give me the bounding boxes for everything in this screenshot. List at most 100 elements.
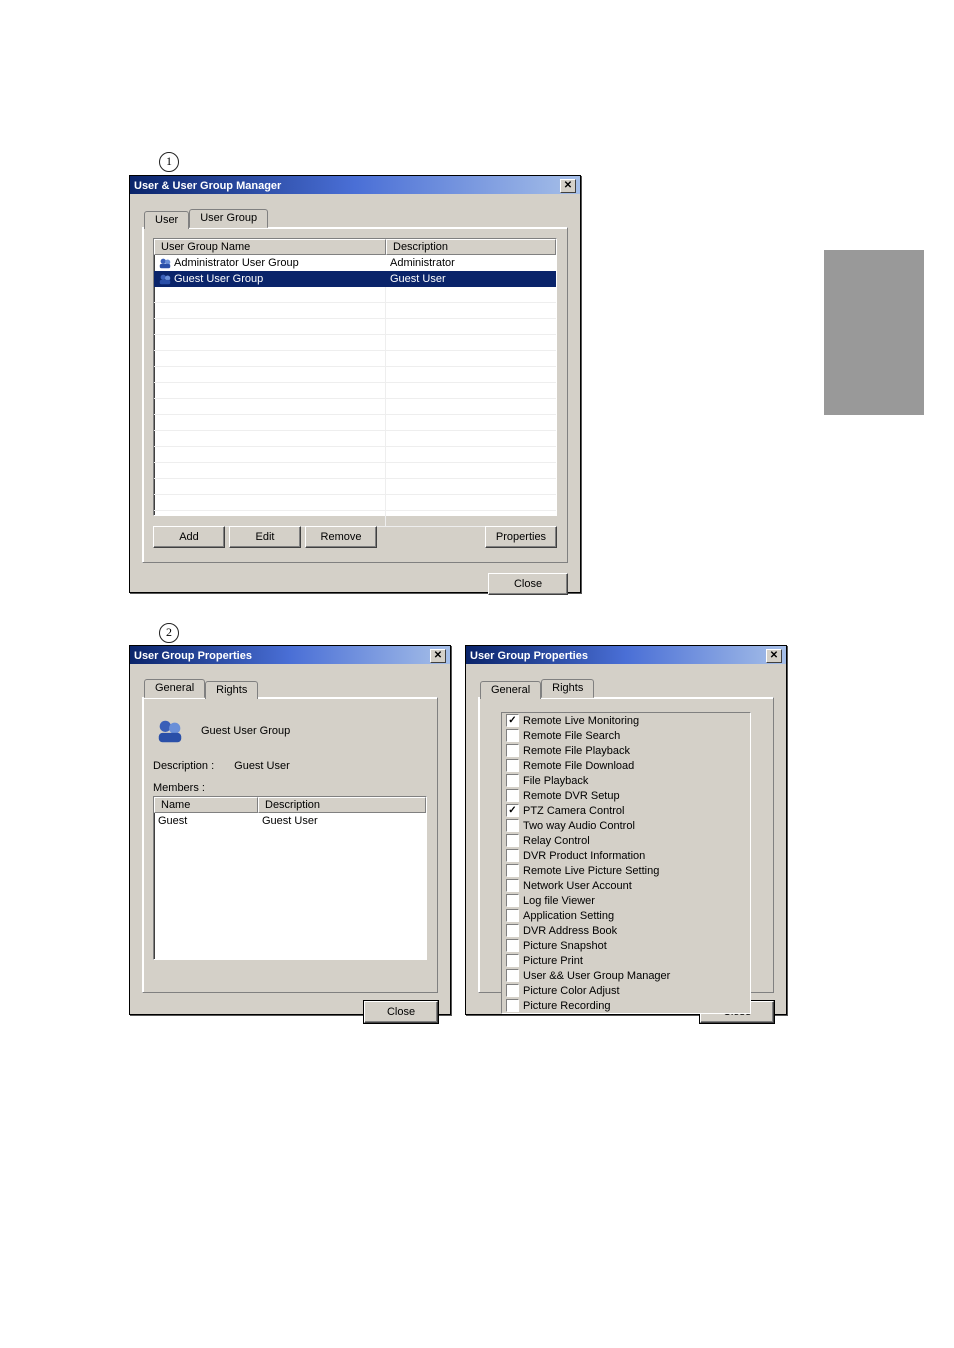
cell-desc: Administrator — [386, 257, 556, 269]
members-label: Members : — [153, 782, 427, 794]
cell-desc: Guest User — [386, 273, 556, 285]
table-row[interactable]: GuestGuest User — [154, 813, 426, 829]
rights-checklist: Remote Live MonitoringRemote File Search… — [501, 712, 751, 1014]
edit-button[interactable]: Edit — [229, 526, 301, 548]
user-group-properties-rights-dialog: User Group Properties ✕ General Rights R… — [465, 645, 787, 1015]
tab-rights[interactable]: Rights — [541, 679, 594, 698]
tab-general[interactable]: General — [144, 679, 205, 698]
tab-rights[interactable]: Rights — [205, 681, 258, 699]
rights-item[interactable]: File Playback — [502, 773, 750, 788]
checkbox[interactable] — [506, 819, 519, 832]
rights-label: Remote File Playback — [523, 745, 630, 757]
rights-label: Picture Recording — [523, 1000, 610, 1012]
checkbox[interactable] — [506, 954, 519, 967]
rights-label: Relay Control — [523, 835, 590, 847]
group-name-label: Guest User Group — [201, 725, 290, 737]
table-row-empty — [154, 335, 556, 351]
user-group-icon — [155, 716, 185, 746]
rights-label: Network User Account — [523, 880, 632, 892]
checkbox[interactable] — [506, 804, 519, 817]
close-icon[interactable]: ✕ — [766, 649, 782, 663]
rights-label: Log file Viewer — [523, 895, 595, 907]
rights-item[interactable]: DVR Address Book — [502, 923, 750, 938]
checkbox[interactable] — [506, 879, 519, 892]
rights-label: Remote Live Picture Setting — [523, 865, 659, 877]
tab-user-group[interactable]: User Group — [189, 209, 268, 228]
checkbox[interactable] — [506, 999, 519, 1012]
user-group-listview[interactable]: User Group Name Description Administrato… — [153, 238, 557, 516]
rights-item[interactable]: Log file Viewer — [502, 893, 750, 908]
cell-name: Administrator User Group — [174, 257, 299, 269]
checkbox[interactable] — [506, 774, 519, 787]
close-button[interactable]: Close — [488, 573, 568, 595]
callout-1: 1 — [159, 152, 179, 172]
rights-label: Picture Snapshot — [523, 940, 607, 952]
rights-item[interactable]: Picture Color Adjust — [502, 983, 750, 998]
checkbox[interactable] — [506, 759, 519, 772]
rights-item[interactable]: Remote Live Monitoring — [502, 713, 750, 728]
rights-item[interactable]: PTZ Camera Control — [502, 803, 750, 818]
tab-user[interactable]: User — [144, 211, 189, 229]
checkbox[interactable] — [506, 729, 519, 742]
table-row-empty — [154, 511, 556, 527]
cell-name: Guest User Group — [174, 273, 263, 285]
rights-item[interactable]: Application Setting — [502, 908, 750, 923]
table-row-empty — [154, 495, 556, 511]
user-group-properties-general-dialog: User Group Properties ✕ General Rights G… — [129, 645, 451, 1015]
table-row-empty — [154, 303, 556, 319]
column-header-name[interactable]: Name — [154, 797, 258, 813]
column-header-desc[interactable]: Description — [258, 797, 426, 813]
rights-label: Application Setting — [523, 910, 614, 922]
column-header-desc[interactable]: Description — [386, 239, 556, 255]
rights-item[interactable]: Remote File Download — [502, 758, 750, 773]
table-row-empty — [154, 383, 556, 399]
table-row-empty — [154, 463, 556, 479]
table-row-empty — [154, 415, 556, 431]
close-button[interactable]: Close — [364, 1001, 438, 1023]
description-value: Guest User — [234, 760, 290, 772]
rights-item[interactable]: Picture Recording — [502, 998, 750, 1013]
rights-item[interactable]: Remote Live Picture Setting — [502, 863, 750, 878]
remove-button[interactable]: Remove — [305, 526, 377, 548]
rights-item[interactable]: Remote DVR Setup — [502, 788, 750, 803]
rights-item[interactable]: Two way Audio Control — [502, 818, 750, 833]
close-icon[interactable]: ✕ — [560, 179, 576, 193]
table-row-empty — [154, 479, 556, 495]
checkbox[interactable] — [506, 984, 519, 997]
dialog-title: User & User Group Manager — [134, 180, 281, 192]
table-row[interactable]: Administrator User Group Administrator — [154, 255, 556, 271]
table-row-empty — [154, 351, 556, 367]
rights-item[interactable]: DVR Product Information — [502, 848, 750, 863]
checkbox[interactable] — [506, 909, 519, 922]
close-icon[interactable]: ✕ — [430, 649, 446, 663]
checkbox[interactable] — [506, 894, 519, 907]
titlebar: User Group Properties ✕ — [466, 646, 786, 664]
table-row[interactable]: Guest User Group Guest User — [154, 271, 556, 287]
checkbox[interactable] — [506, 939, 519, 952]
rights-label: PTZ Camera Control — [523, 805, 624, 817]
rights-item[interactable]: Picture Print — [502, 953, 750, 968]
table-row-empty — [154, 447, 556, 463]
checkbox[interactable] — [506, 924, 519, 937]
checkbox[interactable] — [506, 714, 519, 727]
members-listview[interactable]: Name Description GuestGuest User — [153, 796, 427, 960]
add-button[interactable]: Add — [153, 526, 225, 548]
rights-item[interactable]: User && User Group Manager — [502, 968, 750, 983]
checkbox[interactable] — [506, 849, 519, 862]
rights-item[interactable]: Remote File Search — [502, 728, 750, 743]
properties-button[interactable]: Properties — [485, 526, 557, 548]
checkbox[interactable] — [506, 744, 519, 757]
checkbox[interactable] — [506, 969, 519, 982]
rights-item[interactable]: Network User Account — [502, 878, 750, 893]
rights-item[interactable]: Picture Snapshot — [502, 938, 750, 953]
checkbox[interactable] — [506, 789, 519, 802]
tab-general[interactable]: General — [480, 681, 541, 699]
checkbox[interactable] — [506, 834, 519, 847]
rights-item[interactable]: Remote File Playback — [502, 743, 750, 758]
callout-2: 2 — [159, 623, 179, 643]
cell-name: Guest — [154, 815, 258, 827]
column-header-name[interactable]: User Group Name — [154, 239, 386, 255]
checkbox[interactable] — [506, 864, 519, 877]
rights-item[interactable]: Relay Control — [502, 833, 750, 848]
rights-label: File Playback — [523, 775, 588, 787]
